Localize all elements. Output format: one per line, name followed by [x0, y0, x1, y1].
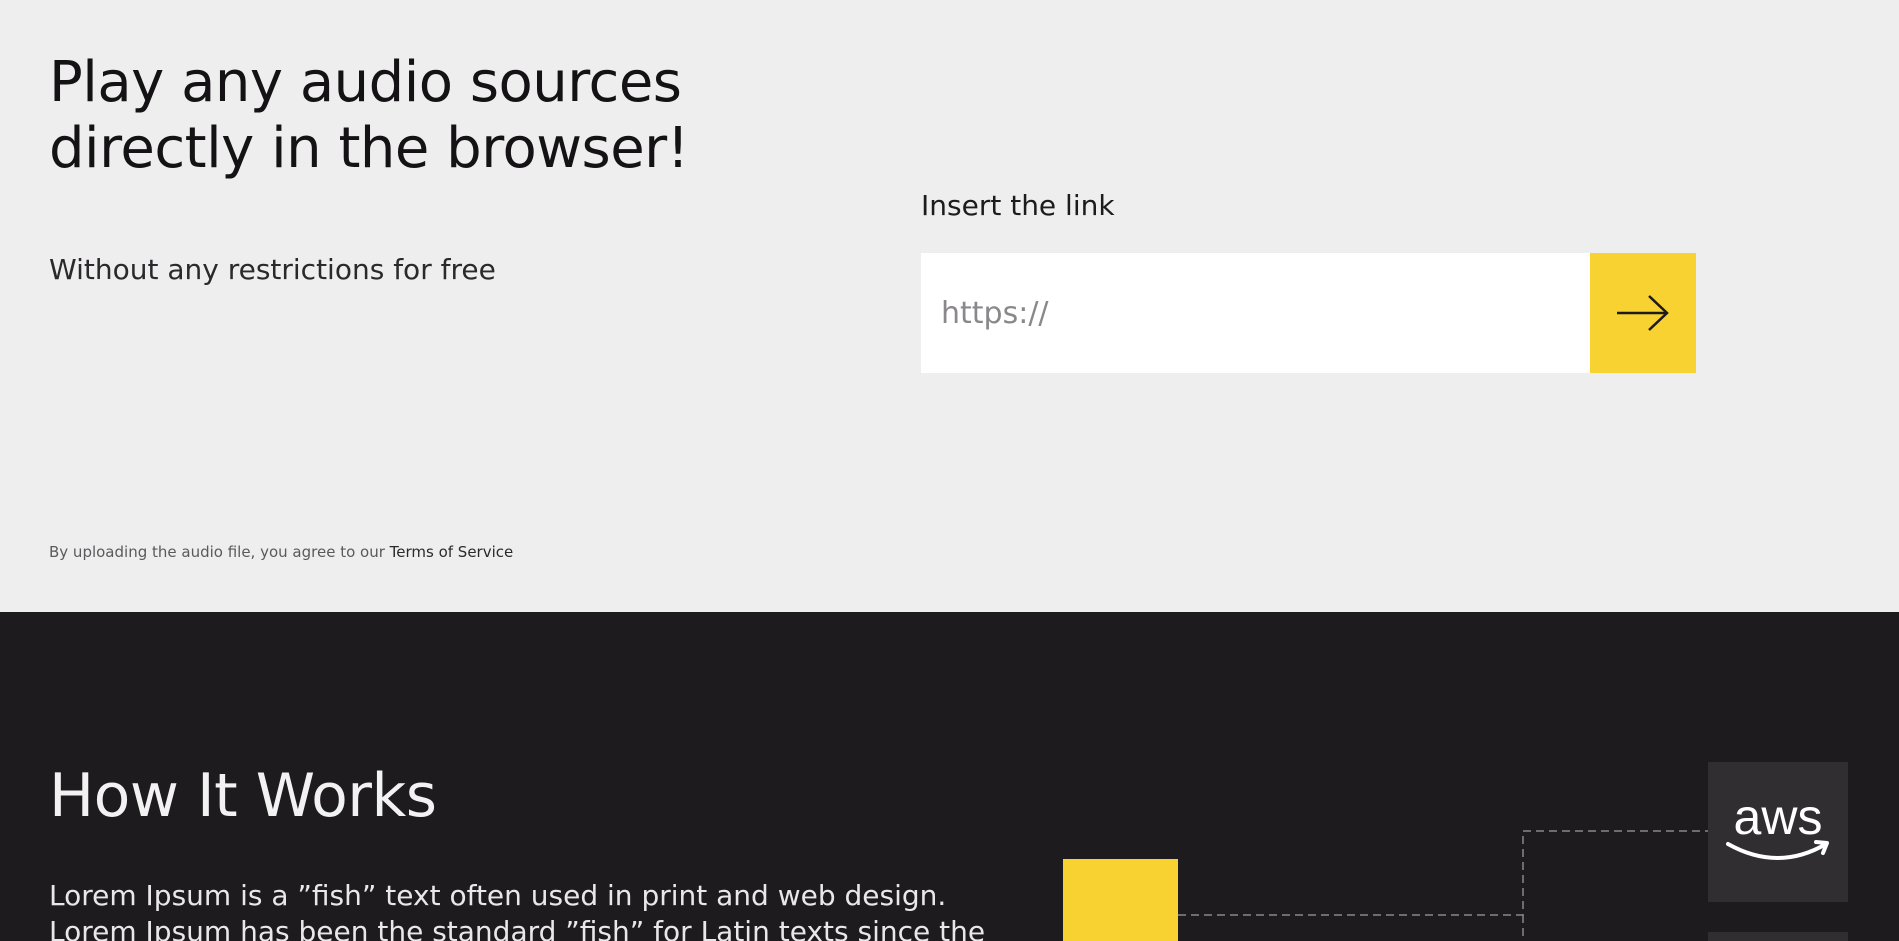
hero-subtitle: Without any restrictions for free [49, 253, 496, 286]
aws-logo-text: aws [1734, 792, 1823, 845]
how-it-works-section: How It Works Lorem Ipsum is a ”fish” tex… [0, 612, 1899, 941]
link-form [921, 253, 1696, 373]
submit-link-button[interactable] [1590, 253, 1696, 373]
terms-of-service-link[interactable]: Terms of Service [390, 543, 514, 561]
link-input[interactable] [921, 253, 1590, 373]
secondary-tile [1708, 932, 1848, 941]
terms-notice: By uploading the audio file, you agree t… [49, 542, 513, 562]
terms-text: By uploading the audio file, you agree t… [49, 543, 390, 561]
aws-logo-icon: aws [1726, 792, 1829, 860]
aws-tile: aws [1708, 762, 1848, 902]
link-input-label: Insert the link [921, 189, 1115, 222]
arrow-right-icon [1617, 295, 1669, 331]
section-heading: How It Works [49, 761, 437, 831]
section-body-text: Lorem Ipsum is a ”fish” text often used … [49, 879, 986, 941]
hero-section: Play any audio sources directly in the b… [0, 0, 1899, 612]
page-title: Play any audio sources directly in the b… [49, 50, 689, 181]
source-node [1063, 859, 1178, 941]
